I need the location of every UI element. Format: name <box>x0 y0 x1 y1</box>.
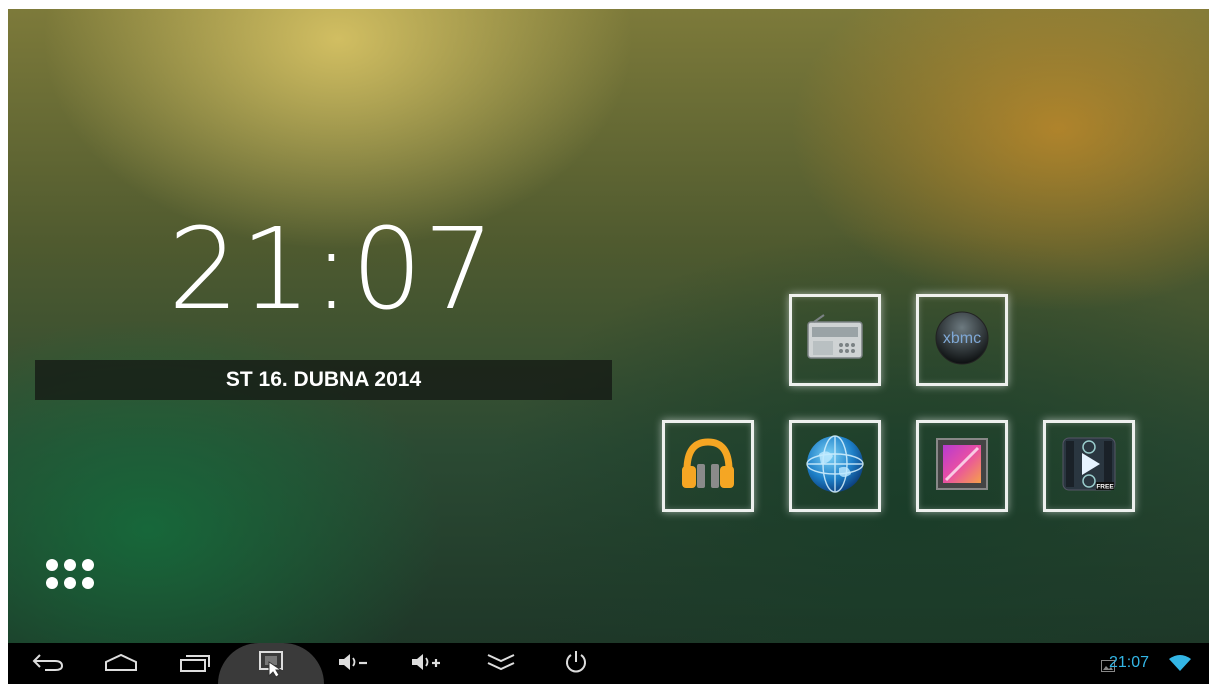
play-music-app-tile[interactable] <box>662 420 754 512</box>
recent-apps-icon <box>178 651 212 677</box>
volume-up-button[interactable] <box>403 643 449 684</box>
browser-app-tile[interactable] <box>789 420 881 512</box>
all-apps-button[interactable] <box>46 557 102 597</box>
recent-apps-button[interactable] <box>172 643 218 684</box>
globe-icon <box>805 434 865 498</box>
status-time: 21:07 <box>1108 654 1149 671</box>
wifi-icon <box>1169 655 1191 676</box>
collapse-icon <box>484 652 518 676</box>
home-icon <box>103 652 139 676</box>
gallery-app-tile[interactable] <box>916 420 1008 512</box>
back-icon <box>31 652 65 676</box>
gallery-icon <box>934 436 990 496</box>
home-button[interactable] <box>98 643 144 684</box>
volume-down-button[interactable] <box>330 643 376 684</box>
power-icon <box>562 649 590 679</box>
video-player-app-tile[interactable]: FREE <box>1043 420 1135 512</box>
volume-up-icon <box>409 652 443 676</box>
xbmc-app-tile[interactable]: xbmc <box>916 294 1008 386</box>
xbmc-logo-icon: xbmc <box>934 310 990 370</box>
collapse-button[interactable] <box>478 643 524 684</box>
volume-down-icon <box>336 652 370 676</box>
free-badge: FREE <box>1096 484 1114 491</box>
screenshot-icon <box>254 647 288 681</box>
radio-icon <box>804 314 866 366</box>
home-screen: 21:07 ST 16. DUBNA 2014 xbmc FREE <box>8 9 1209 684</box>
xbmc-logo-text: xbmc <box>943 330 981 347</box>
system-navigation-bar: 21:07 <box>8 643 1209 684</box>
video-play-icon: FREE <box>1060 435 1118 497</box>
back-button[interactable] <box>25 643 71 684</box>
clock-time: 21:07 <box>168 205 496 335</box>
power-button[interactable] <box>553 643 599 684</box>
headphones-icon <box>679 436 737 496</box>
date-bar: ST 16. DUBNA 2014 <box>35 360 612 400</box>
radio-app-tile[interactable] <box>789 294 881 386</box>
screenshot-button[interactable] <box>248 643 294 684</box>
clock-date: ST 16. DUBNA 2014 <box>225 368 422 391</box>
